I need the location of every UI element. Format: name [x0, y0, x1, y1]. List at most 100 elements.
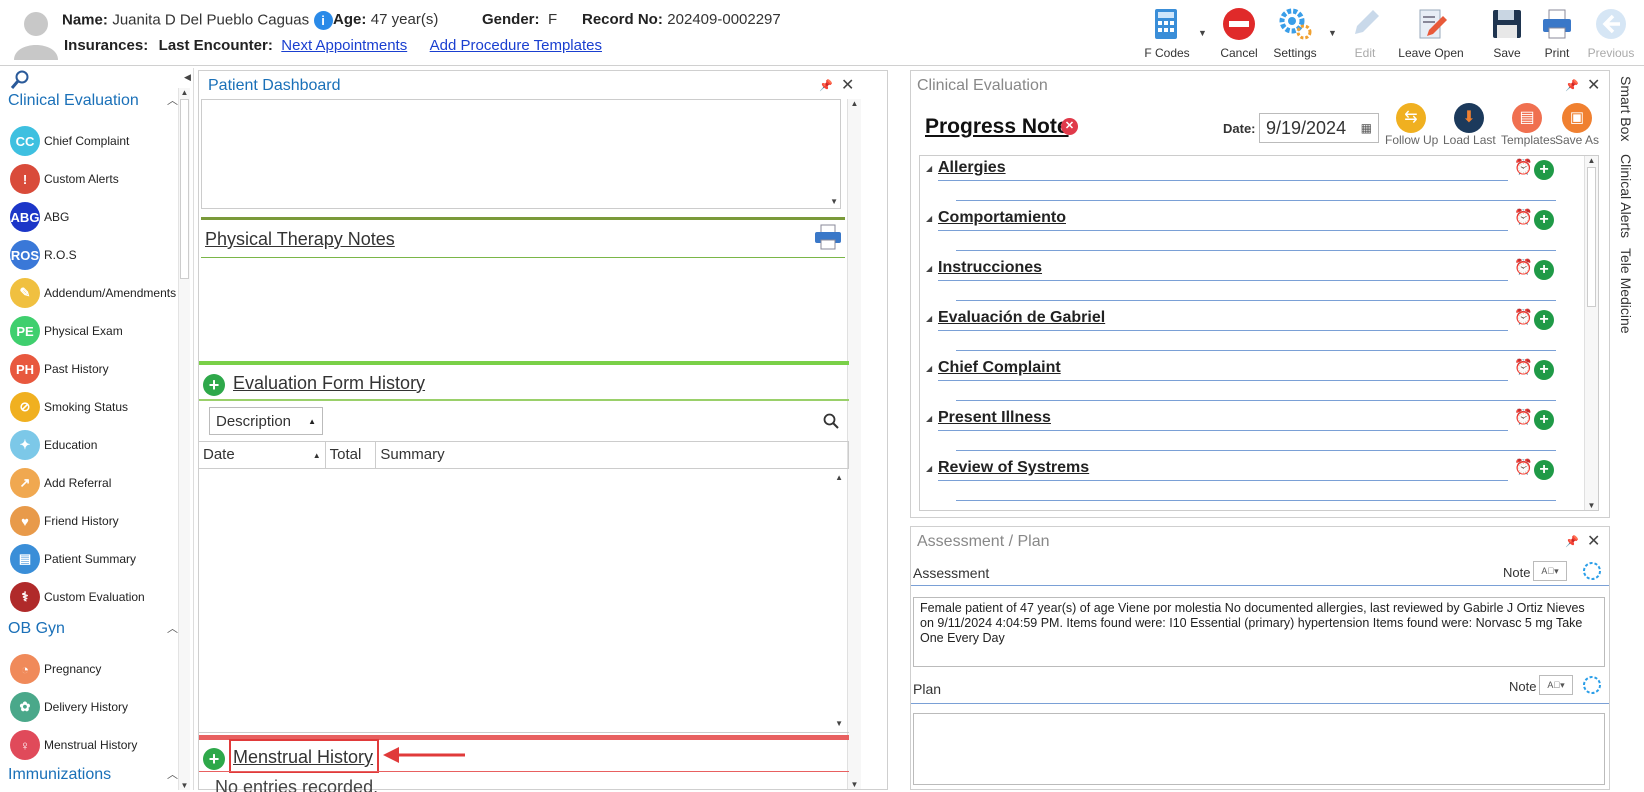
- plan-textarea[interactable]: [913, 713, 1605, 785]
- expand-triangle-icon[interactable]: ◢: [926, 364, 932, 373]
- alarm-clock-icon[interactable]: ⏰: [1514, 208, 1533, 226]
- category-comportamiento[interactable]: ◢ Comportamiento ⏰ +: [920, 206, 1584, 256]
- category-review-of-systrems[interactable]: ◢ Review of Systrems ⏰ +: [920, 456, 1584, 506]
- sidebar-item-patient-summary[interactable]: ▤ Patient Summary: [4, 540, 180, 578]
- expand-triangle-icon[interactable]: ◢: [926, 414, 932, 423]
- category-instrucciones[interactable]: ◢ Instrucciones ⏰ +: [920, 256, 1584, 306]
- scroll-up-icon[interactable]: ▲: [848, 99, 861, 108]
- sidebar-item-custom-alerts[interactable]: ! Custom Alerts: [4, 160, 180, 198]
- add-category-entry-button[interactable]: +: [1534, 210, 1554, 230]
- sidebar-item-education[interactable]: ✦ Education: [4, 426, 180, 464]
- sidebar-scroll-thumb[interactable]: [180, 99, 189, 279]
- category-title[interactable]: Review of Systrems: [938, 459, 1089, 477]
- settings-button[interactable]: Settings: [1262, 4, 1328, 62]
- close-icon[interactable]: ✕: [1587, 531, 1600, 551]
- sidebar-item-addendum-amendments[interactable]: ✎ Addendum/Amendments: [4, 274, 180, 312]
- expand-triangle-icon[interactable]: ◢: [926, 214, 932, 223]
- chevron-up-icon[interactable]: ︿: [167, 92, 178, 110]
- expand-triangle-icon[interactable]: ◢: [926, 264, 932, 273]
- sidebar-item-delivery-history[interactable]: ✿ Delivery History: [4, 688, 180, 726]
- category-allergies[interactable]: ◢ Allergies ⏰ +: [920, 156, 1584, 206]
- summary-column-header[interactable]: Summary: [376, 442, 850, 468]
- category-title[interactable]: Instrucciones: [938, 259, 1042, 277]
- info-icon[interactable]: i: [313, 11, 333, 30]
- description-sort-dropdown[interactable]: Description ▲: [209, 407, 323, 435]
- middle-scrollbar[interactable]: ▲ ▼: [847, 99, 861, 789]
- fcodes-button[interactable]: F Codes: [1134, 4, 1200, 62]
- add-category-entry-button[interactable]: +: [1534, 260, 1554, 280]
- assessment-textarea[interactable]: Female patient of 47 year(s) of age Vien…: [913, 597, 1605, 667]
- sidebar-item-physical-exam[interactable]: PE Physical Exam: [4, 312, 180, 350]
- category-chief-complaint[interactable]: ◢ Chief Complaint ⏰ +: [920, 356, 1584, 406]
- smart-box-tab[interactable]: Smart Box: [1618, 76, 1634, 141]
- edit-button[interactable]: Edit: [1332, 4, 1398, 62]
- sidebar-item-friend-history[interactable]: ♥ Friend History: [4, 502, 180, 540]
- alarm-clock-icon[interactable]: ⏰: [1514, 258, 1533, 276]
- scroll-down-icon[interactable]: ▼: [830, 197, 838, 206]
- search-icon[interactable]: [10, 70, 30, 90]
- templates-button[interactable]: ▤ Templates: [1501, 103, 1556, 147]
- add-evaluation-button[interactable]: +: [203, 374, 225, 396]
- add-category-entry-button[interactable]: +: [1534, 460, 1554, 480]
- category-present-illness[interactable]: ◢ Present Illness ⏰ +: [920, 406, 1584, 456]
- next-appointments-link[interactable]: Next Appointments: [281, 37, 407, 54]
- scroll-down-icon[interactable]: ▼: [1585, 501, 1598, 510]
- sidebar-item-abg[interactable]: ABG ABG: [4, 198, 180, 236]
- date-picker[interactable]: 9/19/2024 ▦: [1259, 113, 1379, 143]
- chevron-up-icon[interactable]: ︿: [167, 620, 178, 638]
- scroll-down-icon[interactable]: ▼: [835, 719, 843, 728]
- plan-note-style-dropdown[interactable]: A⃞▾: [1539, 675, 1573, 695]
- category-title[interactable]: Chief Complaint: [938, 359, 1061, 377]
- sidebar-item-menstrual-history[interactable]: ♀ Menstrual History: [4, 726, 180, 764]
- add-category-entry-button[interactable]: +: [1534, 310, 1554, 330]
- sidebar-item-custom-evaluation[interactable]: ⚕ Custom Evaluation: [4, 578, 180, 616]
- pin-icon[interactable]: 📌: [1565, 79, 1579, 92]
- sidebar-item-add-referral[interactable]: ↗ Add Referral: [4, 464, 180, 502]
- categories-scrollbar[interactable]: ▲ ▼: [1584, 156, 1598, 510]
- scroll-up-icon[interactable]: ▲: [179, 88, 190, 97]
- sidebar-scrollbar[interactable]: ▲ ▼: [178, 88, 190, 790]
- tele-medicine-tab[interactable]: Tele Medicine: [1618, 248, 1634, 334]
- clinical-evaluation-section[interactable]: Clinical Evaluation ︿: [8, 92, 178, 110]
- category-title[interactable]: Evaluación de Gabriel: [938, 309, 1105, 327]
- refresh-icon[interactable]: [1581, 674, 1603, 696]
- alarm-clock-icon[interactable]: ⏰: [1514, 308, 1533, 326]
- note-style-dropdown[interactable]: A⃞▾: [1533, 561, 1567, 581]
- alarm-clock-icon[interactable]: ⏰: [1514, 458, 1533, 476]
- chevron-up-icon[interactable]: ︿: [167, 766, 178, 784]
- obgyn-section[interactable]: OB Gyn ︿: [8, 620, 178, 638]
- add-menstrual-entry-button[interactable]: +: [203, 748, 225, 770]
- sidebar-item-r-o-s[interactable]: ROS R.O.S: [4, 236, 180, 274]
- category-evaluaci-n-de-gabriel[interactable]: ◢ Evaluación de Gabriel ⏰ +: [920, 306, 1584, 356]
- search-icon[interactable]: [823, 413, 839, 429]
- add-category-entry-button[interactable]: +: [1534, 360, 1554, 380]
- close-icon[interactable]: ✕: [1587, 75, 1600, 95]
- sidebar-item-past-history[interactable]: PH Past History: [4, 350, 180, 388]
- alarm-clock-icon[interactable]: ⏰: [1514, 158, 1533, 176]
- remove-note-icon[interactable]: ✕: [1061, 118, 1078, 135]
- follow-up-button[interactable]: ⇆ Follow Up: [1385, 103, 1438, 147]
- add-category-entry-button[interactable]: +: [1534, 410, 1554, 430]
- alarm-clock-icon[interactable]: ⏰: [1514, 408, 1533, 426]
- load-last-button[interactable]: ⬇ Load Last: [1443, 103, 1496, 147]
- alarm-clock-icon[interactable]: ⏰: [1514, 358, 1533, 376]
- scroll-down-icon[interactable]: ▼: [848, 780, 861, 789]
- pin-icon[interactable]: 📌: [1565, 535, 1579, 548]
- date-column-header[interactable]: Date ▲: [199, 442, 326, 468]
- expand-triangle-icon[interactable]: ◢: [926, 164, 932, 173]
- leave-open-button[interactable]: Leave Open: [1398, 4, 1464, 62]
- add-category-entry-button[interactable]: +: [1534, 160, 1554, 180]
- refresh-icon[interactable]: [1581, 560, 1603, 582]
- immunizations-section[interactable]: Immunizations ︿: [8, 766, 178, 784]
- previous-button[interactable]: Previous: [1578, 4, 1644, 62]
- progress-note-title[interactable]: Progress Note: [925, 115, 1069, 139]
- total-column-header[interactable]: Total: [326, 442, 377, 468]
- save-as-button[interactable]: ▣ Save As: [1551, 103, 1603, 147]
- printer-icon[interactable]: [813, 223, 843, 251]
- calendar-icon[interactable]: ▦: [1361, 121, 1372, 135]
- collapse-sidebar-icon[interactable]: ◀: [184, 72, 191, 83]
- close-icon[interactable]: ✕: [841, 75, 854, 95]
- expand-triangle-icon[interactable]: ◢: [926, 314, 932, 323]
- categories-scroll-thumb[interactable]: [1587, 167, 1596, 307]
- sidebar-item-smoking-status[interactable]: ⊘ Smoking Status: [4, 388, 180, 426]
